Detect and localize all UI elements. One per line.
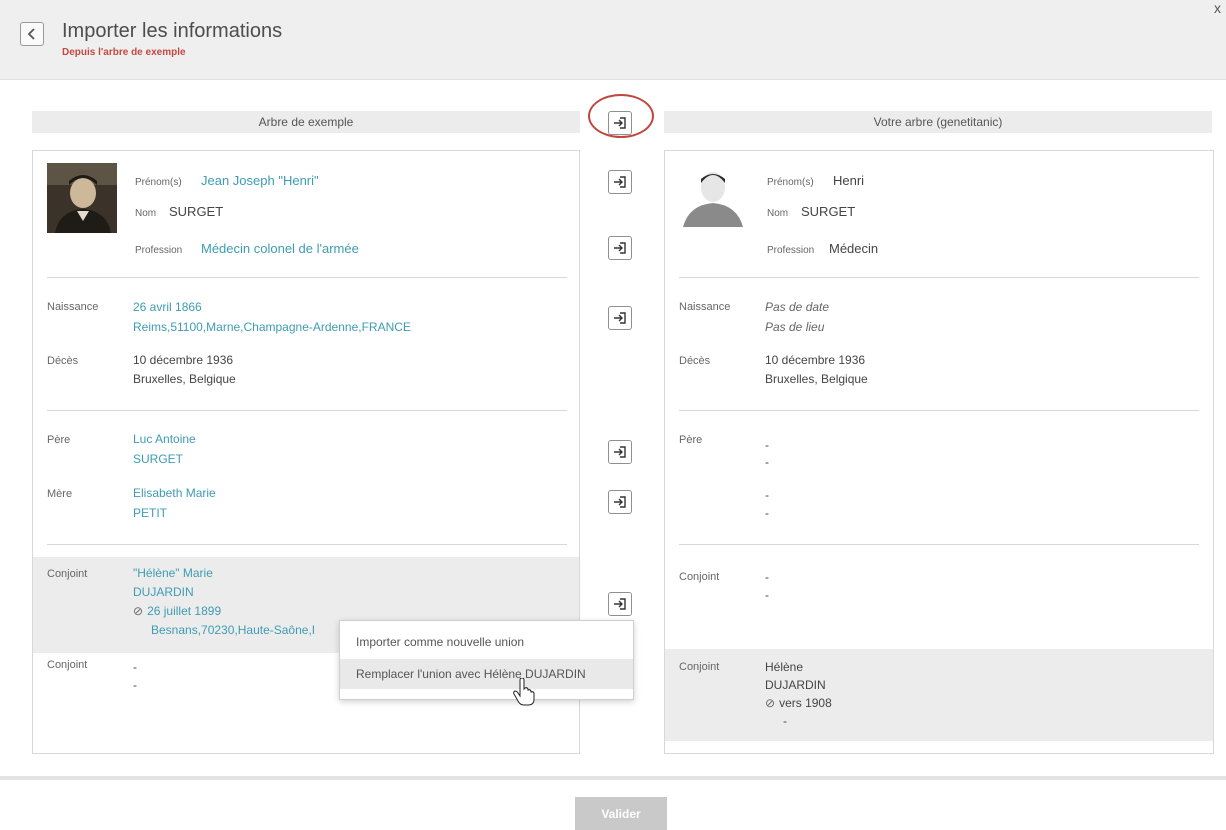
- import-arrow-icon: [614, 176, 626, 188]
- import-arrow-icon: [614, 496, 626, 508]
- source-father-lastname[interactable]: SURGET: [133, 449, 183, 469]
- target-death-date: 10 décembre 1936: [765, 353, 866, 367]
- target-spouse2-place: -: [783, 714, 787, 728]
- birth-label: Naissance: [47, 301, 99, 313]
- spouse-label: Conjoint: [47, 659, 88, 671]
- spouse-label: Conjoint: [47, 568, 88, 580]
- person-photo: [47, 163, 117, 233]
- rings-icon: ⊘: [133, 604, 144, 618]
- last-name-label: Nom: [767, 208, 789, 219]
- close-icon[interactable]: x: [1214, 0, 1221, 16]
- source-spouse1-firstname[interactable]: "Hélène" Marie: [133, 563, 213, 583]
- target-spouse2-firstname: Hélène: [765, 660, 804, 674]
- source-spouse2-a: -: [133, 660, 137, 674]
- source-spouse1-lastname[interactable]: DUJARDIN: [133, 582, 194, 602]
- target-first-name: Henri: [833, 173, 865, 188]
- source-birth-date[interactable]: 26 avril 1866: [133, 297, 202, 317]
- profession-label: Profession: [767, 245, 815, 256]
- target-last-name: SURGET: [801, 204, 856, 219]
- import-mother-button[interactable]: [608, 490, 632, 514]
- source-death-date: 10 décembre 1936: [133, 353, 234, 367]
- source-tree-header: Arbre de exemple: [32, 111, 580, 133]
- header-bar: Importer les informations Depuis l'arbre…: [0, 0, 1226, 80]
- back-button[interactable]: [20, 22, 44, 46]
- menu-import-new-union[interactable]: Importer comme nouvelle union: [340, 627, 633, 657]
- import-arrow-icon: [614, 312, 626, 324]
- section-divider: [679, 544, 1199, 545]
- menu-replace-union[interactable]: Remplacer l'union avec Hélène DUJARDIN: [340, 659, 633, 689]
- mother-label: Mère: [47, 488, 73, 500]
- spouse-row-highlight: [665, 649, 1213, 741]
- profession-label: Profession: [135, 245, 183, 256]
- hand-cursor-icon: [513, 678, 535, 706]
- import-all-button[interactable]: [608, 111, 632, 135]
- target-spouse2-marriage-date: vers 1908: [779, 696, 832, 710]
- spouse-label: Conjoint: [679, 661, 720, 673]
- source-profession[interactable]: Médecin colonel de l'armée: [201, 239, 359, 259]
- target-death-place: Bruxelles, Belgique: [765, 372, 868, 386]
- default-avatar-icon: [681, 163, 745, 227]
- source-last-name: SURGET: [169, 204, 224, 219]
- birth-label: Naissance: [679, 301, 731, 313]
- source-mother-lastname[interactable]: PETIT: [133, 503, 167, 523]
- source-spouse1-marriage[interactable]: ⊘ 26 juillet 1899: [133, 601, 221, 621]
- last-name-label: Nom: [135, 208, 157, 219]
- import-birth-button[interactable]: [608, 306, 632, 330]
- import-arrow-icon: [614, 598, 626, 610]
- chevron-left-icon: [27, 28, 35, 40]
- father-label: Père: [679, 434, 703, 446]
- footer-divider: [0, 776, 1226, 780]
- import-first-name-button[interactable]: [608, 170, 632, 194]
- source-spouse1-marriage-date: 26 juillet 1899: [147, 604, 222, 618]
- spouse-label: Conjoint: [679, 571, 720, 583]
- import-father-button[interactable]: [608, 440, 632, 464]
- target-mother-a: -: [765, 488, 769, 502]
- target-tree-header: Votre arbre (genetitanic): [664, 111, 1212, 133]
- import-arrow-icon: [614, 117, 626, 129]
- target-father-b: -: [765, 455, 769, 469]
- target-spouse1-a: -: [765, 570, 769, 584]
- spouse-import-menu: Importer comme nouvelle union Remplacer …: [339, 620, 634, 700]
- import-profession-button[interactable]: [608, 236, 632, 260]
- target-profession: Médecin: [829, 241, 879, 256]
- death-label: Décès: [679, 355, 711, 367]
- first-name-label: Prénom(s): [767, 177, 814, 188]
- source-birth-place[interactable]: Reims,51100,Marne,Champagne-Ardenne,FRAN…: [133, 317, 411, 337]
- source-mother-firstname[interactable]: Elisabeth Marie: [133, 483, 216, 503]
- source-death-place: Bruxelles, Belgique: [133, 372, 236, 386]
- target-birth-date: Pas de date: [765, 300, 830, 314]
- source-first-name[interactable]: Jean Joseph "Henri": [201, 171, 319, 191]
- father-label: Père: [47, 434, 71, 446]
- page-subtitle: Depuis l'arbre de exemple: [62, 47, 186, 58]
- source-spouse2-b: -: [133, 678, 137, 692]
- import-arrow-icon: [614, 242, 626, 254]
- section-divider: [47, 277, 567, 278]
- death-label: Décès: [47, 355, 79, 367]
- portrait-image: [47, 163, 117, 233]
- section-divider: [47, 544, 567, 545]
- source-spouse1-place[interactable]: Besnans,70230,Haute-Saône,I: [151, 620, 315, 640]
- target-spouse1-b: -: [765, 588, 769, 602]
- target-spouse2-marriage: ⊘ vers 1908: [765, 693, 832, 713]
- validate-button[interactable]: Valider: [575, 797, 667, 830]
- page-title: Importer les informations: [62, 20, 283, 42]
- source-father-firstname[interactable]: Luc Antoine: [133, 429, 196, 449]
- section-divider: [47, 410, 567, 411]
- import-arrow-icon: [614, 446, 626, 458]
- section-divider: [679, 410, 1199, 411]
- target-birth-place: Pas de lieu: [765, 320, 825, 334]
- first-name-label: Prénom(s): [135, 177, 182, 188]
- import-spouse-button[interactable]: [608, 592, 632, 616]
- target-mother-b: -: [765, 506, 769, 520]
- target-spouse2-lastname: DUJARDIN: [765, 678, 826, 692]
- section-divider: [679, 277, 1199, 278]
- rings-icon: ⊘: [765, 696, 776, 710]
- target-person-card: Prénom(s) Henri Nom SURGET Profession Mé…: [664, 150, 1214, 754]
